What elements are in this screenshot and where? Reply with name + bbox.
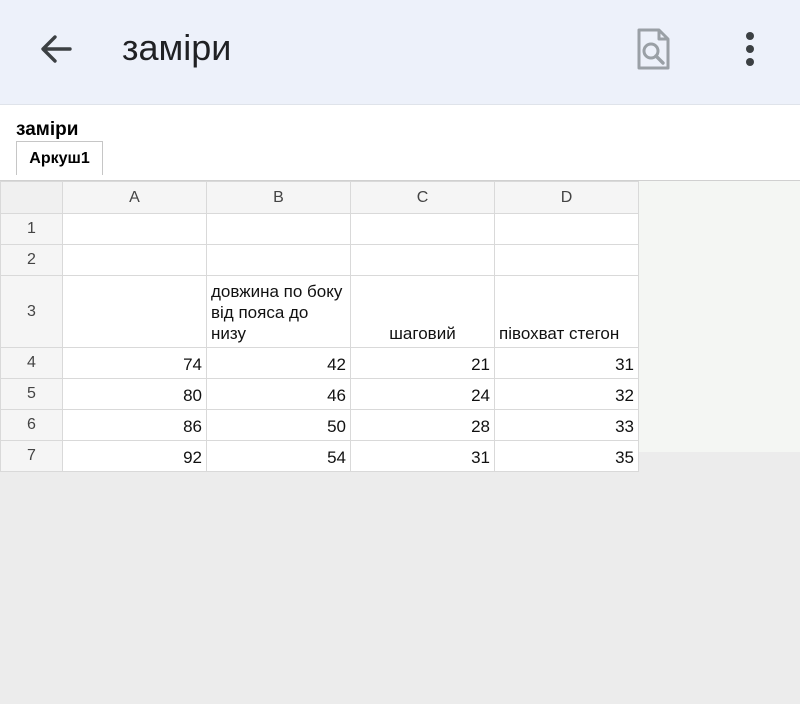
column-header-c[interactable]: C bbox=[350, 181, 495, 214]
column-header-d[interactable]: D bbox=[494, 181, 639, 214]
cell-b1[interactable] bbox=[206, 213, 351, 245]
table-row: 2 bbox=[0, 244, 639, 276]
more-vert-icon bbox=[746, 32, 754, 66]
cell-d2[interactable] bbox=[494, 244, 639, 276]
cell-b3[interactable]: довжина по боку від пояса до низу bbox=[206, 275, 351, 348]
row-header-4[interactable]: 4 bbox=[0, 347, 63, 379]
cell-b2[interactable] bbox=[206, 244, 351, 276]
cell-c7[interactable]: 31 bbox=[350, 440, 495, 472]
cell-a6[interactable]: 86 bbox=[62, 409, 207, 441]
row-header-3[interactable]: 3 bbox=[0, 275, 63, 348]
more-options-button[interactable] bbox=[730, 24, 770, 74]
app-title: заміри bbox=[122, 27, 232, 68]
cell-c3[interactable]: шаговий bbox=[350, 275, 495, 348]
table-row: 4 74 42 21 31 bbox=[0, 347, 639, 379]
document-title: заміри bbox=[16, 119, 79, 140]
sheet-tab-1[interactable]: Аркуш1 bbox=[16, 141, 103, 175]
cell-b4[interactable]: 42 bbox=[206, 347, 351, 379]
cell-a4[interactable]: 74 bbox=[62, 347, 207, 379]
cell-a2[interactable] bbox=[62, 244, 207, 276]
cell-c6[interactable]: 28 bbox=[350, 409, 495, 441]
cell-a3[interactable] bbox=[62, 275, 207, 348]
app-bar: заміри bbox=[0, 0, 800, 105]
cell-b7[interactable]: 54 bbox=[206, 440, 351, 472]
row-header-2[interactable]: 2 bbox=[0, 244, 63, 276]
cell-c5[interactable]: 24 bbox=[350, 378, 495, 410]
row-header-5[interactable]: 5 bbox=[0, 378, 63, 410]
cell-table: A B C D 1 2 3 довжина по боку від пояса … bbox=[0, 181, 639, 472]
select-all-corner[interactable] bbox=[0, 181, 63, 214]
table-row: 3 довжина по боку від пояса до низу шаго… bbox=[0, 275, 639, 348]
table-row: 6 86 50 28 33 bbox=[0, 409, 639, 441]
cell-c2[interactable] bbox=[350, 244, 495, 276]
cell-a5[interactable]: 80 bbox=[62, 378, 207, 410]
spreadsheet-grid: A B C D 1 2 3 довжина по боку від пояса … bbox=[0, 180, 800, 472]
table-row: 7 92 54 31 35 bbox=[0, 440, 639, 472]
preview-button[interactable] bbox=[630, 24, 676, 74]
cell-a7[interactable]: 92 bbox=[62, 440, 207, 472]
document-search-icon bbox=[637, 28, 670, 70]
row-header-7[interactable]: 7 bbox=[0, 440, 63, 472]
row-header-1[interactable]: 1 bbox=[0, 213, 63, 245]
cell-c4[interactable]: 21 bbox=[350, 347, 495, 379]
table-row: 1 bbox=[0, 213, 639, 245]
cell-b5[interactable]: 46 bbox=[206, 378, 351, 410]
row-header-6[interactable]: 6 bbox=[0, 409, 63, 441]
column-header-a[interactable]: A bbox=[62, 181, 207, 214]
cell-d5[interactable]: 32 bbox=[494, 378, 639, 410]
arrow-left-icon bbox=[41, 35, 72, 63]
cell-d4[interactable]: 31 bbox=[494, 347, 639, 379]
cell-d1[interactable] bbox=[494, 213, 639, 245]
sheet-header: заміри Аркуш1 bbox=[0, 105, 800, 180]
cell-d3[interactable]: півохват стегон bbox=[494, 275, 639, 348]
column-header-b[interactable]: B bbox=[206, 181, 351, 214]
back-button[interactable] bbox=[30, 27, 82, 71]
cell-b6[interactable]: 50 bbox=[206, 409, 351, 441]
cell-a1[interactable] bbox=[62, 213, 207, 245]
cell-d6[interactable]: 33 bbox=[494, 409, 639, 441]
table-row: 5 80 46 24 32 bbox=[0, 378, 639, 410]
cell-c1[interactable] bbox=[350, 213, 495, 245]
cell-d7[interactable]: 35 bbox=[494, 440, 639, 472]
